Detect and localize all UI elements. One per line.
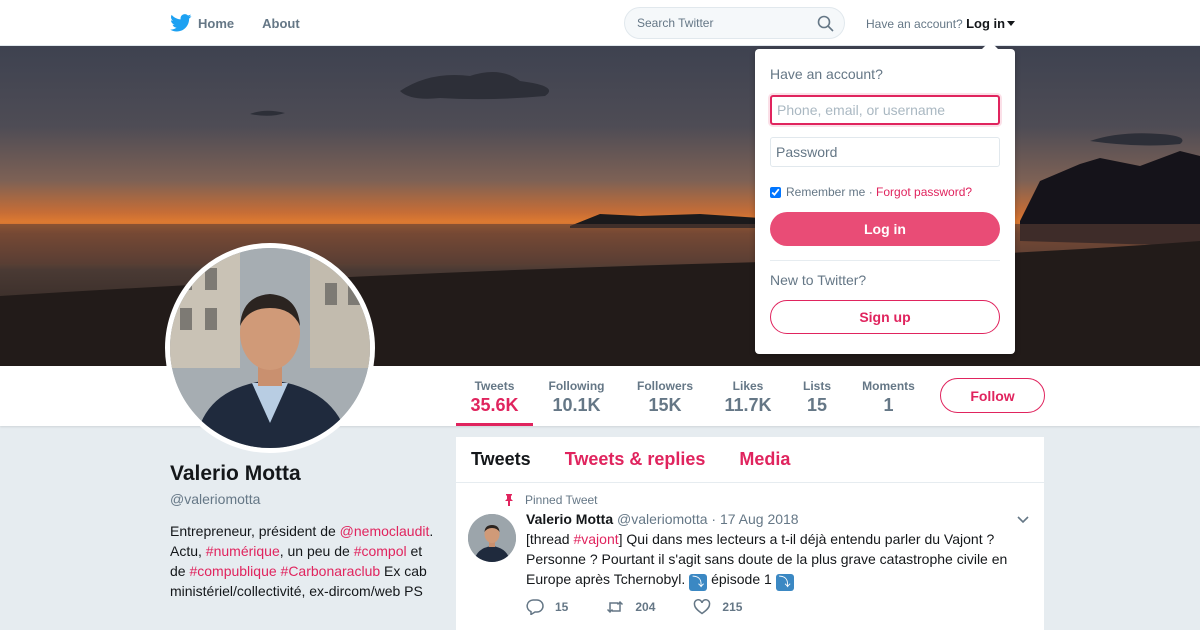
retweet-count: 204 bbox=[635, 600, 656, 614]
forgot-password-link[interactable]: Forgot password? bbox=[876, 185, 972, 199]
stat-value: 15K bbox=[648, 395, 682, 415]
tab-tweets-and-replies[interactable]: Tweets & replies bbox=[565, 449, 706, 470]
stat-lists[interactable]: Lists 15 bbox=[795, 366, 839, 426]
search-box[interactable] bbox=[624, 7, 845, 39]
stat-value: 1 bbox=[883, 395, 894, 415]
reply-button[interactable]: 15 bbox=[526, 599, 568, 615]
password-field[interactable] bbox=[770, 137, 1000, 167]
remember-label[interactable]: Remember me bbox=[786, 185, 865, 199]
chevron-down-icon[interactable] bbox=[1007, 21, 1016, 26]
pinned-label: Pinned Tweet bbox=[525, 493, 598, 507]
stat-value: 11.7K bbox=[724, 395, 772, 415]
dropdown-title: Have an account? bbox=[770, 66, 883, 82]
bio-hashtag-link[interactable]: #compol bbox=[354, 543, 407, 559]
stat-value: 35.6K bbox=[470, 395, 519, 415]
bio-text: Entrepreneur, président de bbox=[170, 523, 340, 539]
username-field[interactable] bbox=[770, 95, 1000, 125]
avatar-photo bbox=[170, 248, 370, 448]
bio-hashtag-link[interactable]: #compublique bbox=[189, 563, 276, 579]
tweet-text: [thread #vajont] Qui dans mes lecteurs a… bbox=[526, 529, 1026, 591]
stat-value: 10.1K bbox=[552, 395, 601, 415]
stat-label: Lists bbox=[802, 379, 831, 393]
arrow-down-emoji: ⤵ bbox=[689, 574, 708, 591]
signup-button[interactable]: Sign up bbox=[770, 300, 1000, 334]
stat-likes[interactable]: Likes 11.7K bbox=[718, 366, 778, 426]
bio-hashtag-link[interactable]: #Carbonaraclub bbox=[281, 563, 381, 579]
stat-value: 15 bbox=[806, 395, 828, 415]
profile-handle: @valeriomotta bbox=[170, 491, 261, 507]
tab-media[interactable]: Media bbox=[739, 449, 790, 470]
stat-following[interactable]: Following 10.1K bbox=[541, 366, 612, 426]
login-button[interactable]: Log in bbox=[770, 212, 1000, 246]
nav-left: Home About bbox=[170, 0, 328, 46]
tweet-header: Valerio Motta @valeriomotta · 17 Aug 201… bbox=[526, 511, 799, 527]
dropdown-divider bbox=[770, 260, 1000, 261]
search-input[interactable] bbox=[625, 8, 805, 38]
nav-about-label: About bbox=[262, 15, 300, 31]
profile-bio: Entrepreneur, président de @nemoclaudit.… bbox=[170, 521, 440, 601]
stat-moments[interactable]: Moments 1 bbox=[856, 366, 921, 426]
search-icon[interactable] bbox=[817, 15, 834, 32]
like-count: 215 bbox=[722, 600, 743, 614]
account-menu[interactable]: Have an account? Log in bbox=[866, 16, 1016, 31]
login-dropdown: Have an account? Remember me · Forgot pa… bbox=[755, 41, 1015, 354]
profile-name: Valerio Motta bbox=[170, 462, 301, 485]
remember-separator: · bbox=[865, 185, 877, 199]
stat-label: Followers bbox=[636, 379, 693, 393]
account-prompt: Have an account? bbox=[866, 17, 963, 31]
reply-icon bbox=[526, 599, 544, 615]
tweet-text-part: [thread bbox=[526, 531, 574, 547]
tweet-avatar-photo bbox=[468, 514, 516, 562]
nav-about[interactable]: About bbox=[262, 16, 300, 31]
like-button[interactable]: 215 bbox=[693, 599, 742, 615]
timeline-tabs: Tweets Tweets & replies Media bbox=[456, 437, 1044, 483]
tweet-date[interactable]: 17 Aug 2018 bbox=[720, 511, 799, 527]
stat-followers[interactable]: Followers 15K bbox=[630, 366, 700, 426]
retweet-icon bbox=[607, 600, 624, 614]
tweet-author-handle[interactable]: @valeriomotta bbox=[617, 511, 707, 527]
bio-text: , un peu de bbox=[279, 543, 354, 559]
nav-home-label: Home bbox=[198, 15, 235, 31]
retweet-button[interactable]: 204 bbox=[606, 599, 655, 615]
stat-label: Following bbox=[548, 379, 605, 393]
bio-mention-link[interactable]: @nemoclaudit bbox=[340, 523, 430, 539]
tweet-avatar[interactable] bbox=[468, 514, 516, 562]
stat-label: Likes bbox=[732, 379, 764, 393]
chevron-down-icon[interactable] bbox=[1017, 516, 1029, 524]
tab-tweets[interactable]: Tweets bbox=[471, 449, 531, 470]
stat-label: Moments bbox=[862, 379, 915, 393]
remember-row: Remember me · Forgot password? bbox=[770, 185, 972, 199]
timeline: Tweets Tweets & replies Media Pinned Twe… bbox=[456, 437, 1044, 630]
new-to-twitter-label: New to Twitter? bbox=[770, 272, 867, 288]
tweet-actions: 15 204 215 bbox=[526, 599, 780, 615]
follow-button[interactable]: Follow bbox=[940, 378, 1045, 413]
pin-icon bbox=[505, 494, 513, 506]
login-link[interactable]: Log in bbox=[966, 16, 1005, 31]
tweet-text-part: épisode 1 bbox=[707, 571, 776, 587]
top-nav: Home About Have an account? Log in bbox=[0, 0, 1200, 46]
remember-checkbox[interactable] bbox=[770, 186, 781, 198]
stat-tweets[interactable]: Tweets 35.6K bbox=[456, 366, 533, 426]
profile-avatar[interactable] bbox=[165, 243, 375, 453]
pinned-indicator: Pinned Tweet bbox=[504, 493, 598, 507]
arrow-down-emoji: ⤵ bbox=[775, 574, 794, 591]
bio-hashtag-link[interactable]: #numérique bbox=[206, 543, 280, 559]
tweet-hashtag-link[interactable]: #vajont bbox=[573, 531, 618, 547]
reply-count: 15 bbox=[555, 600, 569, 614]
tweet-separator: · bbox=[711, 511, 717, 527]
dropdown-arrow bbox=[982, 41, 998, 49]
heart-icon bbox=[694, 599, 711, 615]
stat-label: Tweets bbox=[474, 379, 515, 393]
tweet-author-name[interactable]: Valerio Motta bbox=[526, 511, 613, 527]
twitter-bird-icon bbox=[170, 14, 192, 32]
nav-home[interactable]: Home bbox=[170, 14, 234, 32]
